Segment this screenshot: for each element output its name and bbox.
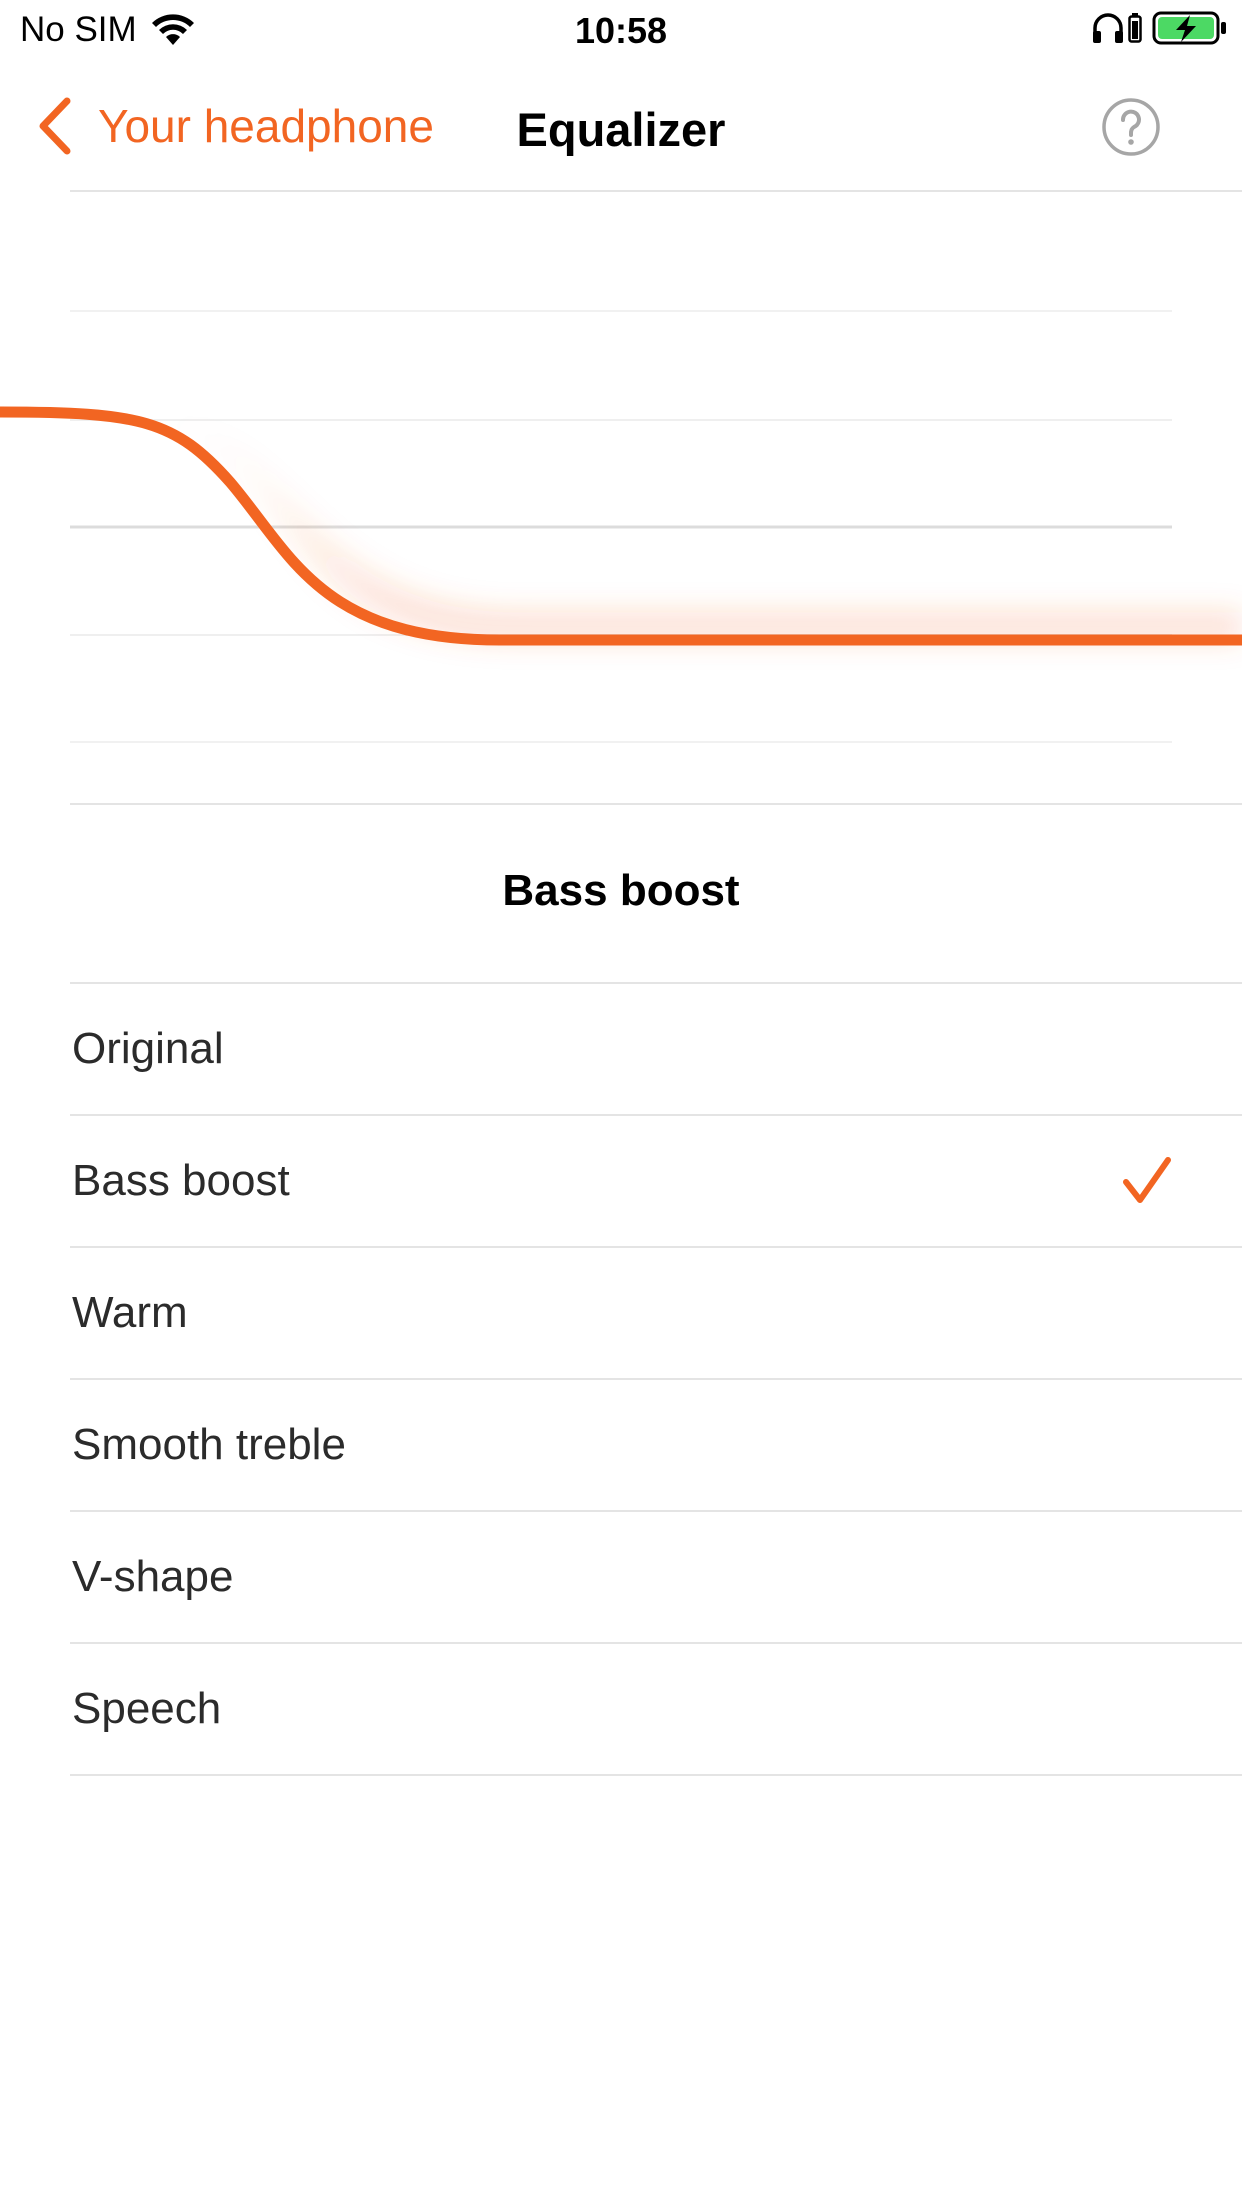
eq-gridlines (70, 310, 1172, 743)
preset-label: V-shape (72, 1552, 234, 1601)
preset-label: Original (72, 1024, 224, 1073)
navigation-bar: Your headphone Equalizer (0, 62, 1242, 192)
preset-item-warm[interactable]: Warm (70, 1248, 1242, 1380)
preset-item-original[interactable]: Original (70, 984, 1242, 1116)
preset-item-smooth-treble[interactable]: Smooth treble (70, 1380, 1242, 1512)
preset-title: Bass boost (502, 866, 740, 915)
question-circle-icon[interactable] (1101, 97, 1161, 157)
battery-charging-icon (1152, 11, 1226, 45)
checkmark-icon (1123, 1157, 1171, 1203)
preset-item-speech[interactable]: Speech (70, 1644, 1242, 1776)
chart-divider (70, 803, 1242, 805)
preset-label: Warm (72, 1288, 188, 1337)
status-time: 10:58 (574, 10, 668, 51)
preset-list: Original Bass boost Warm Smooth treble V… (0, 984, 1242, 1776)
equalizer-curve-chart (0, 310, 1242, 743)
preset-label: Speech (72, 1684, 222, 1733)
status-bar: No SIM 10:58 (0, 0, 1242, 62)
headphone-icon (1093, 13, 1123, 43)
page-title: Equalizer (516, 103, 726, 156)
preset-label: Bass boost (72, 1156, 290, 1205)
headphone-battery-icon (1128, 13, 1142, 43)
preset-item-v-shape[interactable]: V-shape (70, 1512, 1242, 1644)
preset-label: Smooth treble (72, 1420, 346, 1469)
preset-item-bass-boost[interactable]: Bass boost (70, 1116, 1242, 1248)
status-icons (1091, 11, 1228, 45)
